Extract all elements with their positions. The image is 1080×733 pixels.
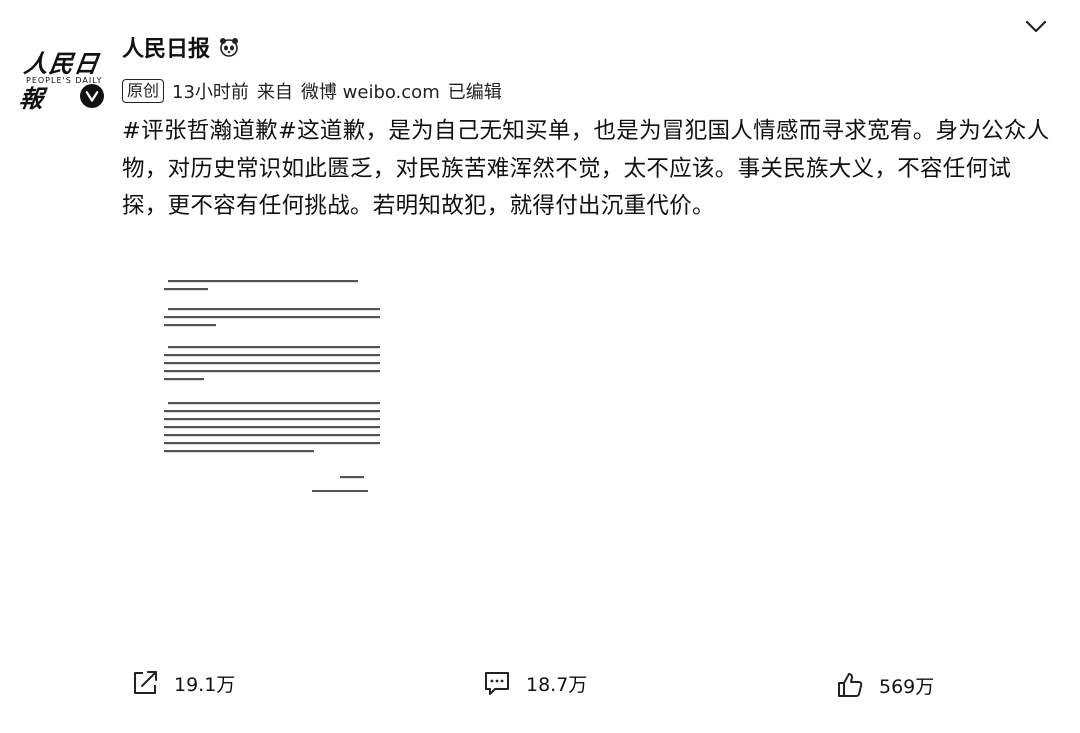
action-bar: 19.1万 18.7万 569万 [0, 666, 1080, 706]
comment-button[interactable]: 18.7万 [482, 668, 587, 698]
panda-icon [218, 37, 240, 57]
apology-letter-image[interactable] [148, 268, 388, 508]
author-header: 人民日报 [122, 31, 240, 63]
chevron-down-icon[interactable] [1024, 18, 1048, 36]
repost-count: 19.1万 [174, 673, 236, 696]
repost-button[interactable]: 19.1万 [130, 668, 235, 698]
thumbs-up-icon [838, 673, 863, 697]
author-name[interactable]: 人民日报 [122, 31, 210, 63]
post-source: 微博 weibo.com [300, 82, 440, 103]
verified-v-icon [80, 84, 104, 108]
edited-label[interactable]: 已编辑 [448, 78, 502, 104]
source-prefix: 来自 [256, 82, 293, 103]
like-count: 569万 [879, 675, 935, 698]
repost-icon [134, 671, 157, 694]
post-text: #评张哲瀚道歉#这道歉，是为自己无知买单，也是为冒犯国人情感而寻求宽宥。身为公众… [122, 118, 1050, 219]
like-button[interactable]: 569万 [835, 670, 934, 700]
post-meta: 原创 13小时前 来自 微博 weibo.com 已编辑 [122, 78, 502, 104]
post-time[interactable]: 13小时前 [172, 78, 249, 104]
original-badge: 原创 [122, 79, 165, 103]
comment-icon [485, 672, 509, 695]
comment-count: 18.7万 [526, 673, 588, 696]
